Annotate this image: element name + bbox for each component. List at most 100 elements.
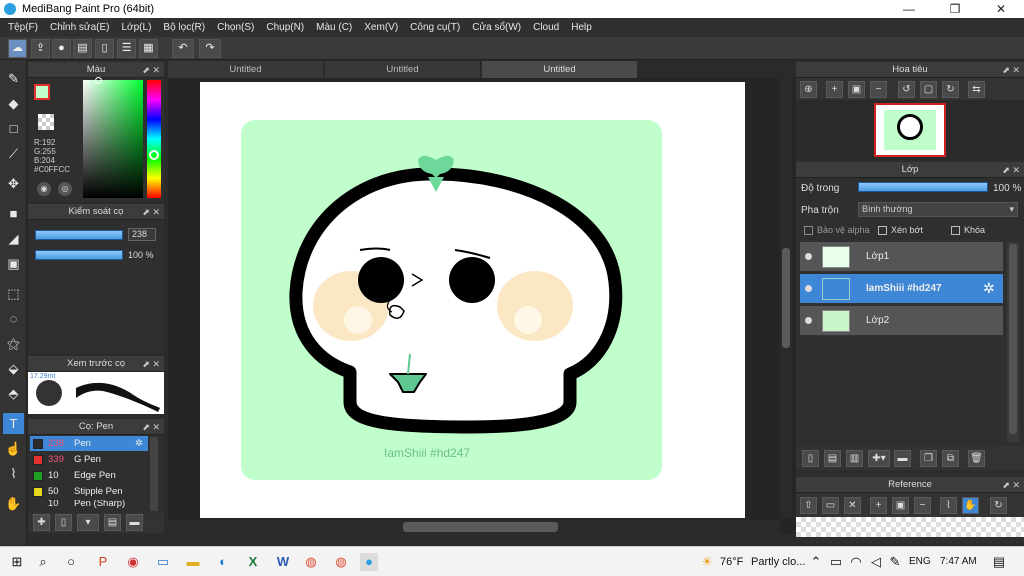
brush-item[interactable]: 238 Pen ✲ — [30, 436, 148, 451]
brush-size-value[interactable]: 238 — [128, 228, 156, 241]
visibility-icon[interactable] — [805, 317, 812, 324]
chrome-icon[interactable]: ◍ — [302, 553, 320, 571]
rotate-right-icon[interactable]: ↻ — [942, 81, 959, 98]
task-view-icon[interactable]: ○ — [62, 553, 80, 571]
menu-view[interactable]: Xem(V) — [364, 22, 398, 33]
panel-close-icon[interactable]: ⬈ ✕ — [142, 62, 160, 78]
menu-file[interactable]: Tệp(F) — [8, 22, 38, 33]
navigator-viewport[interactable] — [874, 103, 946, 157]
layer-row[interactable]: Lớp1 — [800, 242, 1003, 272]
edge-icon[interactable]: ◐ — [214, 553, 232, 571]
wifi-icon[interactable]: ◠ — [847, 553, 865, 571]
medibang-taskbar-icon[interactable]: ● — [360, 553, 378, 571]
canvas[interactable]: IamShiii #hd247 — [200, 82, 745, 518]
word-icon[interactable]: W — [274, 553, 292, 571]
duplicate-layer-icon[interactable]: ❐ — [920, 450, 937, 467]
add-brush-icon[interactable]: ✚ — [33, 514, 50, 531]
hand-tool-icon[interactable]: ✋ — [3, 493, 24, 514]
brush-item[interactable]: 50 Stipple Pen — [30, 484, 170, 499]
maximize-button[interactable]: ❐ — [932, 0, 978, 18]
brush-size-slider[interactable] — [35, 230, 123, 240]
move-tool-icon[interactable]: ✥ — [3, 173, 24, 194]
select-tool-icon[interactable]: ⬚ — [3, 283, 24, 304]
brush-folder-icon[interactable]: ▬ — [126, 514, 143, 531]
rotate-left-icon[interactable]: ↺ — [898, 81, 915, 98]
panel-close-icon[interactable]: ⬈ ✕ — [1002, 62, 1020, 78]
weather-text[interactable]: Partly clo... — [751, 556, 805, 568]
hue-slider[interactable] — [147, 80, 161, 198]
chrome-profile-icon[interactable]: ◍ — [332, 553, 350, 571]
visibility-icon[interactable] — [805, 253, 812, 260]
reset-view-icon[interactable]: ▢ — [920, 81, 937, 98]
reference-zoom-in-icon[interactable]: + — [870, 497, 887, 514]
new-halftone-layer-icon[interactable]: ▤ — [824, 450, 841, 467]
brush-item[interactable]: 10 Pen (Sharp) — [30, 500, 170, 510]
menu-snap[interactable]: Chụp(N) — [266, 22, 304, 33]
flip-icon[interactable]: ⇆ — [968, 81, 985, 98]
brush-copy-icon[interactable]: ▤ — [104, 514, 121, 531]
tab-untitled-2[interactable]: Untitled — [325, 61, 480, 78]
select-pen-icon[interactable]: ⬙ — [3, 358, 24, 379]
new-folder-icon[interactable]: ▬ — [894, 450, 911, 467]
brush-settings-icon[interactable]: ✲ — [135, 436, 143, 451]
file-explorer-icon[interactable]: ▬ — [184, 553, 202, 571]
select-eraser-icon[interactable]: ⬘ — [3, 383, 24, 404]
panel-close-icon[interactable]: ⬈ ✕ — [1002, 162, 1020, 178]
search-icon[interactable]: ⌕ — [34, 553, 52, 571]
new-8bit-layer-icon[interactable]: ▥ — [846, 450, 863, 467]
document-icon[interactable]: ▯ — [95, 39, 114, 58]
list-icon[interactable]: ☰ — [117, 39, 136, 58]
brush-opacity-slider[interactable] — [35, 250, 123, 260]
menu-color[interactable]: Màu (C) — [316, 22, 352, 33]
gradient-tool-icon[interactable]: ▣ — [3, 253, 24, 274]
grid-icon[interactable]: ▦ — [139, 39, 158, 58]
menu-edit[interactable]: Chỉnh sửa(E) — [50, 22, 110, 33]
menu-layer[interactable]: Lớp(L) — [122, 22, 152, 33]
text-tool-icon[interactable]: T — [3, 413, 24, 434]
excel-icon[interactable]: X — [244, 553, 262, 571]
panel-close-icon[interactable]: ⬈ ✕ — [1002, 477, 1020, 493]
palette-icon[interactable]: ◉ — [37, 182, 51, 196]
transparent-swatch[interactable] — [38, 114, 54, 130]
add-layer-menu-icon[interactable]: ✚▾ — [868, 450, 890, 467]
volume-icon[interactable]: ◁ — [867, 553, 885, 571]
lock-checkbox[interactable] — [951, 226, 960, 235]
layer-row[interactable]: IamShiii #hd247 ✲ — [800, 274, 1003, 304]
operation-tool-icon[interactable]: ☝ — [3, 438, 24, 459]
layer-opacity-slider[interactable] — [858, 182, 988, 192]
reference-hand-icon[interactable]: ✋ — [962, 497, 979, 514]
horizontal-scroll-thumb[interactable] — [403, 522, 558, 532]
merge-layer-icon[interactable]: ⧉ — [942, 450, 959, 467]
panel-close-icon[interactable]: ⬈ ✕ — [142, 204, 160, 220]
desktop-app-icon[interactable]: ▭ — [154, 553, 172, 571]
redo-button[interactable]: ↷ — [199, 39, 221, 58]
undo-button[interactable]: ↶ — [172, 39, 194, 58]
brush-item[interactable]: 339 G Pen — [30, 452, 170, 467]
fit-window-icon[interactable]: ▣ — [848, 81, 865, 98]
vertical-scrollbar[interactable] — [780, 78, 792, 518]
shape-tool-icon[interactable]: □ — [3, 118, 24, 139]
minimize-button[interactable]: — — [886, 0, 932, 18]
cloud-icon[interactable]: ☁ — [8, 39, 27, 58]
saturation-value-picker[interactable] — [83, 77, 143, 198]
tray-chevron-icon[interactable]: ⌃ — [807, 553, 825, 571]
mixer-icon[interactable]: ◎ — [58, 182, 72, 196]
brush-tool-icon[interactable]: ✎ — [3, 68, 24, 89]
panel-close-icon[interactable]: ⬈ ✕ — [142, 419, 160, 435]
eyedropper-tool-icon[interactable]: ⌇ — [3, 463, 24, 484]
layers-scroll-thumb[interactable] — [1009, 244, 1017, 434]
menu-help[interactable]: Help — [571, 22, 592, 33]
clock[interactable]: 7:47 AM — [940, 556, 977, 567]
language-indicator[interactable]: ENG — [909, 556, 931, 567]
tab-untitled-3[interactable]: Untitled — [482, 61, 637, 78]
menu-filter[interactable]: Bộ lọc(R) — [163, 22, 205, 33]
layer-row[interactable]: Lớp2 — [800, 306, 1003, 336]
chat-icon[interactable]: ▤ — [73, 39, 92, 58]
menu-tools[interactable]: Công cụ(T) — [410, 22, 460, 33]
close-button[interactable]: ✕ — [978, 0, 1024, 18]
app-p-icon[interactable]: P — [94, 553, 112, 571]
magic-wand-icon[interactable]: ⚝ — [3, 333, 24, 354]
menu-window[interactable]: Cửa sổ(W) — [472, 22, 521, 33]
zoom-fit-icon[interactable]: ⊕ — [800, 81, 817, 98]
vertical-scroll-thumb[interactable] — [782, 248, 790, 348]
